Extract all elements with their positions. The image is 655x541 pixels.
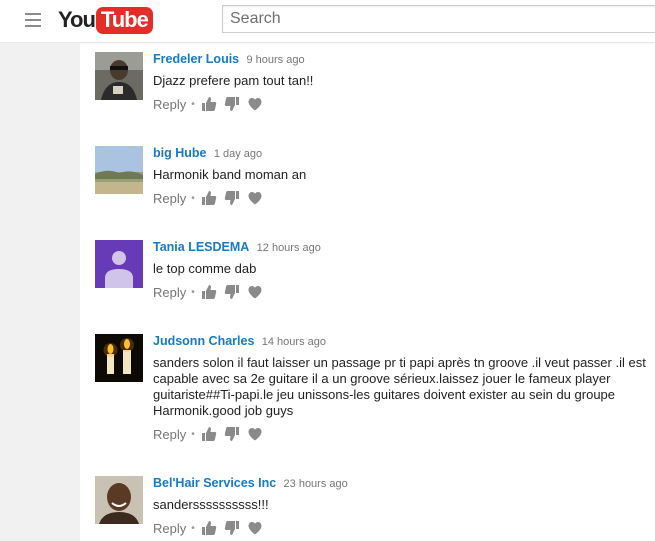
left-gutter	[0, 43, 80, 541]
comment-text: Djazz prefere pam tout tan!!	[153, 73, 314, 88]
avatar[interactable]	[95, 476, 143, 524]
separator-dot: •	[191, 98, 195, 110]
search-input[interactable]	[223, 6, 655, 32]
separator-dot: •	[191, 522, 195, 534]
comment-time[interactable]: 14 hours ago	[262, 336, 326, 348]
comment-text: Harmonik band moman an	[153, 167, 307, 182]
comment-author[interactable]: Fredeler Louis	[153, 52, 239, 66]
logo-you-text: You	[58, 7, 96, 32]
comment-time[interactable]: 1 day ago	[214, 148, 262, 160]
thumbs-down-icon[interactable]	[224, 96, 240, 112]
thumbs-down-icon[interactable]	[224, 426, 240, 442]
comment-time[interactable]: 9 hours ago	[246, 54, 304, 66]
thumbs-down-icon[interactable]	[224, 520, 240, 536]
youtube-logo[interactable]: You Tube	[58, 5, 153, 35]
reply-button[interactable]: Reply	[153, 191, 186, 206]
comment-time[interactable]: 12 hours ago	[257, 242, 321, 254]
thumbs-up-icon[interactable]	[201, 96, 217, 112]
comment-author[interactable]: Judsonn Charles	[153, 334, 254, 348]
thumbs-up-icon[interactable]	[201, 520, 217, 536]
thumbs-down-icon[interactable]	[224, 190, 240, 206]
reply-button[interactable]: Reply	[153, 521, 186, 536]
comment-author[interactable]: big Hube	[153, 146, 206, 160]
heart-icon[interactable]	[247, 96, 263, 112]
comment-text: sanders solon il faut laisser un passage…	[153, 355, 646, 418]
logo-tube-text: Tube	[95, 6, 153, 34]
reply-button[interactable]: Reply	[153, 285, 186, 300]
reply-button[interactable]: Reply	[153, 427, 186, 442]
comment-author[interactable]: Tania LESDEMA	[153, 240, 249, 254]
thumbs-down-icon[interactable]	[224, 284, 240, 300]
comment-text: sanderssssssssss!!!	[153, 497, 269, 512]
heart-icon[interactable]	[247, 520, 263, 536]
thumbs-up-icon[interactable]	[201, 190, 217, 206]
avatar[interactable]	[95, 240, 143, 288]
hamburger-menu-icon[interactable]	[25, 13, 41, 27]
search-box[interactable]	[222, 5, 655, 33]
reply-button[interactable]: Reply	[153, 97, 186, 112]
top-bar: You Tube	[0, 0, 655, 43]
heart-icon[interactable]	[247, 284, 263, 300]
separator-dot: •	[191, 286, 195, 298]
thumbs-up-icon[interactable]	[201, 284, 217, 300]
separator-dot: •	[191, 192, 195, 204]
avatar[interactable]	[95, 334, 143, 382]
heart-icon[interactable]	[247, 190, 263, 206]
separator-dot: •	[191, 428, 195, 440]
thumbs-up-icon[interactable]	[201, 426, 217, 442]
avatar[interactable]	[95, 52, 143, 100]
avatar[interactable]	[95, 146, 143, 194]
comment-time[interactable]: 23 hours ago	[284, 478, 348, 490]
comment-author[interactable]: Bel'Hair Services Inc	[153, 476, 276, 490]
heart-icon[interactable]	[247, 426, 263, 442]
comment-text: le top comme dab	[153, 261, 257, 276]
